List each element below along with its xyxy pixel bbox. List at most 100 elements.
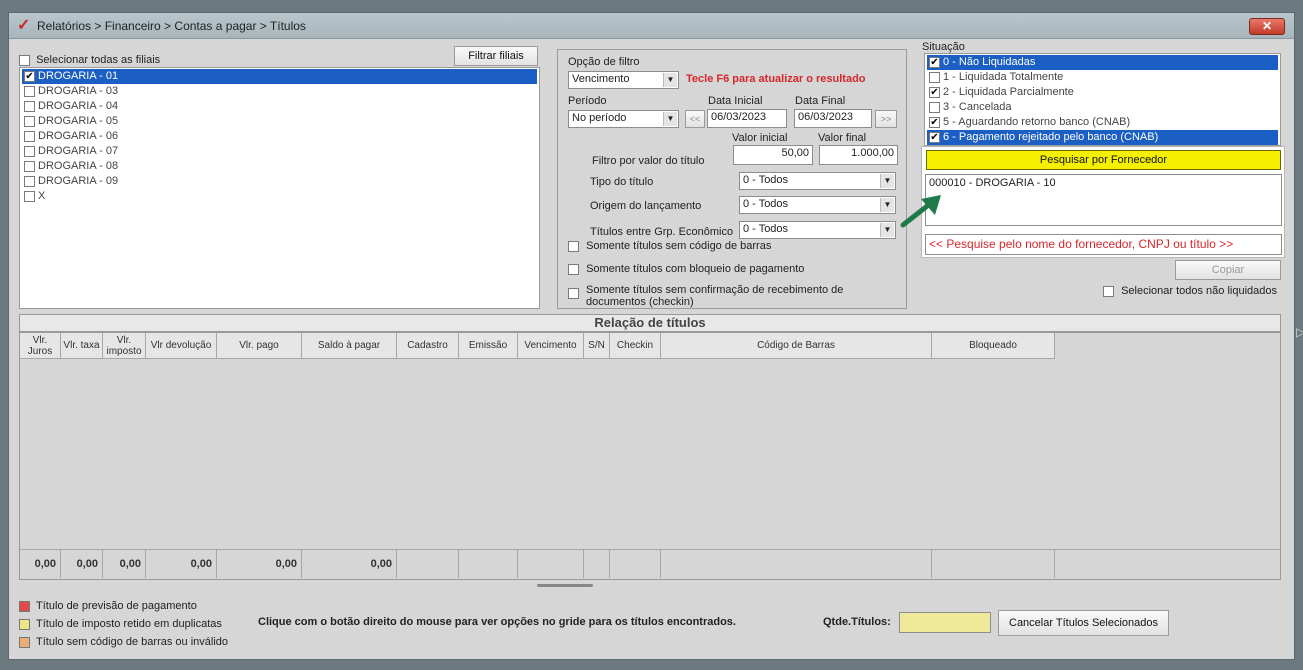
branch-item[interactable]: DROGARIA - 05 [22, 114, 537, 129]
titles-grid[interactable]: Vlr. Juros Vlr. taxa Vlr. imposto Vlr devol… [19, 332, 1281, 580]
grid-column-header[interactable]: Vlr. pago [217, 333, 302, 359]
economic-group-select[interactable]: 0 - Todos ▼ [739, 221, 896, 239]
situation-item[interactable]: 0 - Não Liquidadas [927, 55, 1278, 70]
situation-item-checkbox[interactable] [929, 117, 940, 128]
situation-item-checkbox[interactable] [929, 57, 940, 68]
chevron-down-icon: ▼ [880, 198, 894, 212]
branch-item[interactable]: DROGARIA - 09 [22, 174, 537, 189]
previous-date-button[interactable]: << [685, 110, 705, 128]
no-checkin-option[interactable]: Somente títulos sem confirmação de receb… [568, 284, 904, 308]
situation-item-checkbox[interactable] [929, 87, 940, 98]
branch-item[interactable]: DROGARIA - 01 [22, 69, 537, 84]
search-supplier-button[interactable]: Pesquisar por Fornecedor [926, 150, 1281, 170]
qty-titles-field [899, 612, 991, 633]
start-date-input[interactable]: 06/03/2023 [707, 109, 787, 128]
legend-color-swatch [19, 618, 30, 630]
cancel-selected-titles-button[interactable]: Cancelar Títulos Selecionados [998, 610, 1169, 636]
situation-item[interactable]: 5 - Aguardando retorno banco (CNAB) [927, 115, 1278, 130]
situation-item-checkbox[interactable] [929, 72, 940, 83]
select-all-branches-checkbox[interactable] [19, 54, 30, 66]
branch-item[interactable]: X [22, 189, 537, 204]
economic-group-value: 0 - Todos [743, 223, 789, 235]
branch-item[interactable]: DROGARIA - 06 [22, 129, 537, 144]
supplier-selected-item[interactable]: 000010 - DROGARIA - 10 [929, 177, 1056, 189]
grid-total-cell [610, 550, 661, 578]
legend-item-label: Título de imposto retido em duplicatas [36, 618, 222, 630]
right-click-hint: Clique com o botão direito do mouse para… [258, 616, 736, 628]
no-checkin-checkbox[interactable] [568, 288, 579, 299]
title-type-label: Tipo do título [590, 176, 654, 188]
branch-item-checkbox[interactable] [24, 101, 35, 112]
branch-item-checkbox[interactable] [24, 131, 35, 142]
situation-item[interactable]: 1 - Liquidada Totalmente [927, 70, 1278, 85]
select-all-unpaid-checkbox[interactable] [1103, 285, 1114, 297]
branch-item-checkbox[interactable] [24, 176, 35, 187]
grid-column-header[interactable]: Vlr. Juros [20, 333, 61, 359]
select-all-unpaid-label: Selecionar todos não liquidados [1121, 285, 1278, 297]
situation-item-checkbox[interactable] [929, 132, 940, 143]
branch-item-checkbox[interactable] [24, 191, 35, 202]
select-all-branches[interactable]: Selecionar todas as filiais [19, 54, 160, 66]
branch-item-label: DROGARIA - 03 [38, 85, 119, 97]
situation-item[interactable]: 2 - Liquidada Parcialmente [927, 85, 1278, 100]
app-logo-icon: ✓ [17, 17, 31, 34]
filter-branches-button[interactable]: Filtrar filiais [454, 46, 538, 66]
situation-item[interactable]: 3 - Cancelada [927, 100, 1278, 115]
filter-option-label: Opção de filtro [568, 56, 640, 68]
filter-option-select[interactable]: Vencimento ▼ [568, 71, 679, 89]
grid-column-header[interactable]: S/N [584, 333, 610, 359]
end-date-input[interactable]: 06/03/2023 [794, 109, 872, 128]
branch-item-checkbox[interactable] [24, 161, 35, 172]
grid-column-header[interactable]: Saldo à pagar [302, 333, 397, 359]
situation-item[interactable]: 6 - Pagamento rejeitado pelo banco (CNAB… [927, 130, 1278, 145]
period-select[interactable]: No período ▼ [568, 110, 679, 128]
close-button[interactable]: ✕ [1249, 18, 1285, 35]
grid-column-header[interactable]: Vencimento [518, 333, 584, 359]
branch-item-checkbox[interactable] [24, 146, 35, 157]
grid-column-header[interactable]: Emissão [459, 333, 518, 359]
splitter-handle[interactable] [537, 584, 593, 587]
grid-column-header[interactable]: Código de Barras [661, 333, 932, 359]
payment-block-option[interactable]: Somente títulos com bloqueio de pagament… [568, 263, 804, 275]
legend-item: Título de imposto retido em duplicatas [19, 618, 222, 630]
max-value-input[interactable]: 1.000,00 [819, 145, 898, 165]
branch-item[interactable]: DROGARIA - 04 [22, 99, 537, 114]
no-barcode-checkbox[interactable] [568, 240, 579, 252]
legend-color-swatch [19, 636, 30, 648]
next-date-button[interactable]: >> [875, 110, 897, 128]
grid-column-header[interactable]: Vlr devolução [146, 333, 217, 359]
grid-column-header[interactable]: Cadastro [397, 333, 459, 359]
copy-button[interactable]: Copiar [1175, 260, 1281, 280]
situation-item-checkbox[interactable] [929, 102, 940, 113]
branch-item-checkbox[interactable] [24, 71, 35, 82]
title-type-select[interactable]: 0 - Todos ▼ [739, 172, 896, 190]
payment-block-checkbox[interactable] [568, 263, 579, 275]
branch-item-checkbox[interactable] [24, 86, 35, 97]
origin-select[interactable]: 0 - Todos ▼ [739, 196, 896, 214]
situation-item-label: 5 - Aguardando retorno banco (CNAB) [943, 116, 1131, 128]
supplier-search-input[interactable]: << Pesquise pelo nome do fornecedor, CNP… [925, 234, 1282, 255]
end-date-label: Data Final [795, 95, 846, 107]
branch-item-checkbox[interactable] [24, 116, 35, 127]
grid-totals-row: 0,00 0,00 0,00 0,00 0,00 0,00 [20, 549, 1280, 578]
grid-column-header[interactable]: Vlr. imposto [103, 333, 146, 359]
branch-item[interactable]: DROGARIA - 07 [22, 144, 537, 159]
grid-column-header[interactable]: Vlr. taxa [61, 333, 103, 359]
branch-item[interactable]: DROGARIA - 03 [22, 84, 537, 99]
no-barcode-label: Somente títulos sem código de barras [586, 240, 772, 252]
no-barcode-option[interactable]: Somente títulos sem código de barras [568, 240, 771, 252]
branch-item[interactable]: DROGARIA - 08 [22, 159, 537, 174]
grid-column-header[interactable]: Bloqueado [932, 333, 1055, 359]
min-value-input[interactable]: 50,00 [733, 145, 813, 165]
select-all-unpaid-option[interactable]: Selecionar todos não liquidados [1103, 285, 1277, 297]
situation-list[interactable]: 0 - Não Liquidadas 1 - Liquidada Totalmen… [924, 53, 1281, 146]
legend: Título de previsão de pagamento Título de… [19, 600, 259, 656]
chevron-down-icon: ▼ [663, 112, 677, 126]
branch-item-label: X [38, 190, 46, 202]
branch-list[interactable]: DROGARIA - 01 DROGARIA - 03 DROGARIA - 04 D… [19, 67, 540, 309]
grid-total-cell: 0,00 [146, 550, 217, 578]
supplier-selected-list[interactable]: 000010 - DROGARIA - 10 [925, 174, 1282, 226]
grid-column-header[interactable]: Checkin [610, 333, 661, 359]
branch-item-label: DROGARIA - 08 [38, 160, 119, 172]
filter-panel: Opção de filtro Vencimento ▼ Tecle F6 pa… [557, 49, 907, 309]
